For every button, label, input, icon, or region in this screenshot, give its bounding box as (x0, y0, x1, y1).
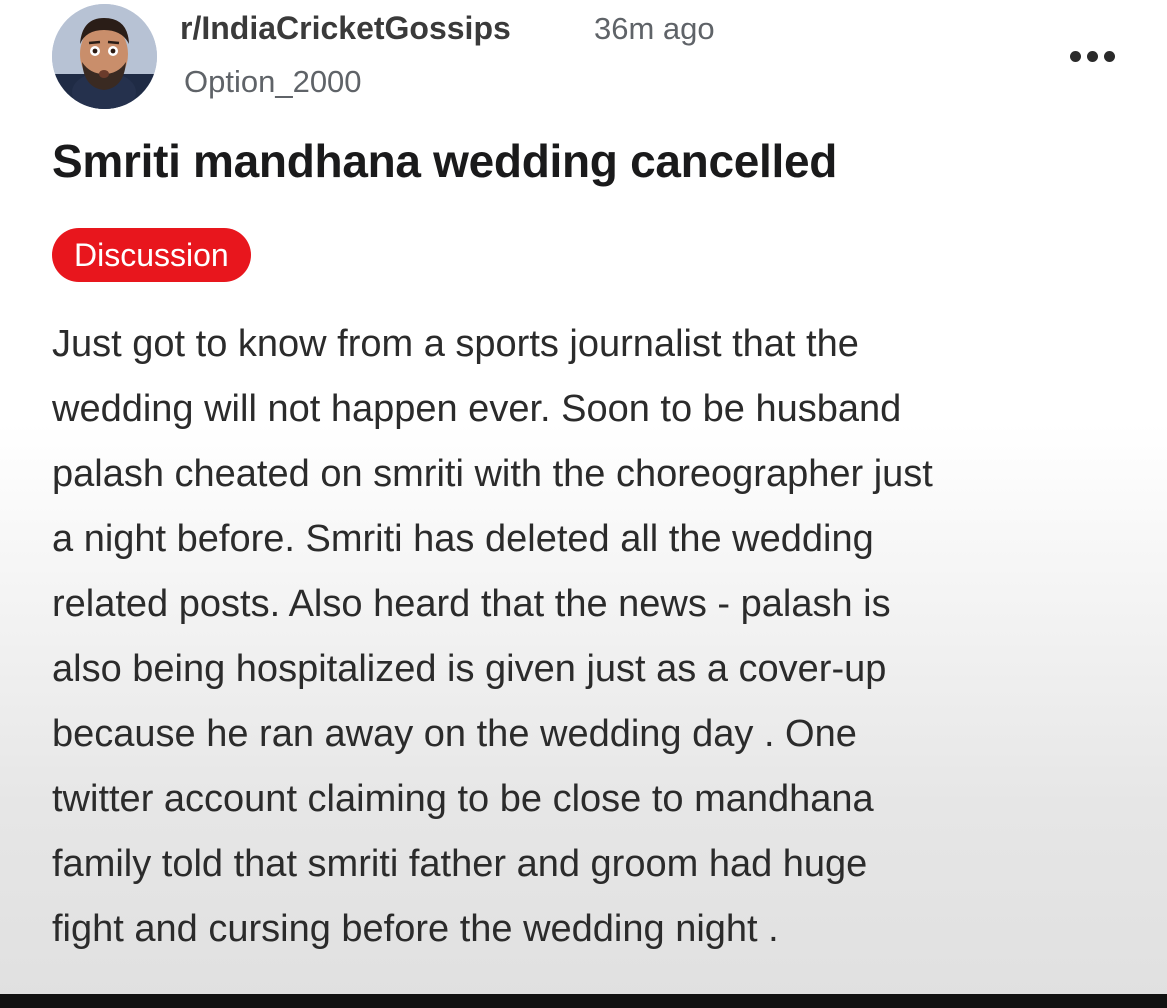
subreddit-name[interactable]: r/IndiaCricketGossips (180, 10, 511, 47)
flair-badge[interactable]: Discussion (52, 228, 251, 282)
more-dot (1087, 51, 1098, 62)
avatar-image (52, 4, 157, 109)
more-dot (1104, 51, 1115, 62)
reddit-post: r/IndiaCricketGossips 36m ago Option_200… (0, 0, 1167, 994)
more-horizontal-icon[interactable] (1066, 40, 1120, 70)
post-body: Just got to know from a sports journalis… (52, 323, 933, 950)
post-title[interactable]: Smriti mandhana wedding cancelled (52, 134, 837, 188)
bottom-edge-bar (0, 994, 1167, 1008)
more-dot (1070, 51, 1081, 62)
author-avatar[interactable] (52, 4, 157, 109)
post-timestamp: 36m ago (594, 11, 715, 46)
author-username[interactable]: Option_2000 (184, 64, 362, 100)
